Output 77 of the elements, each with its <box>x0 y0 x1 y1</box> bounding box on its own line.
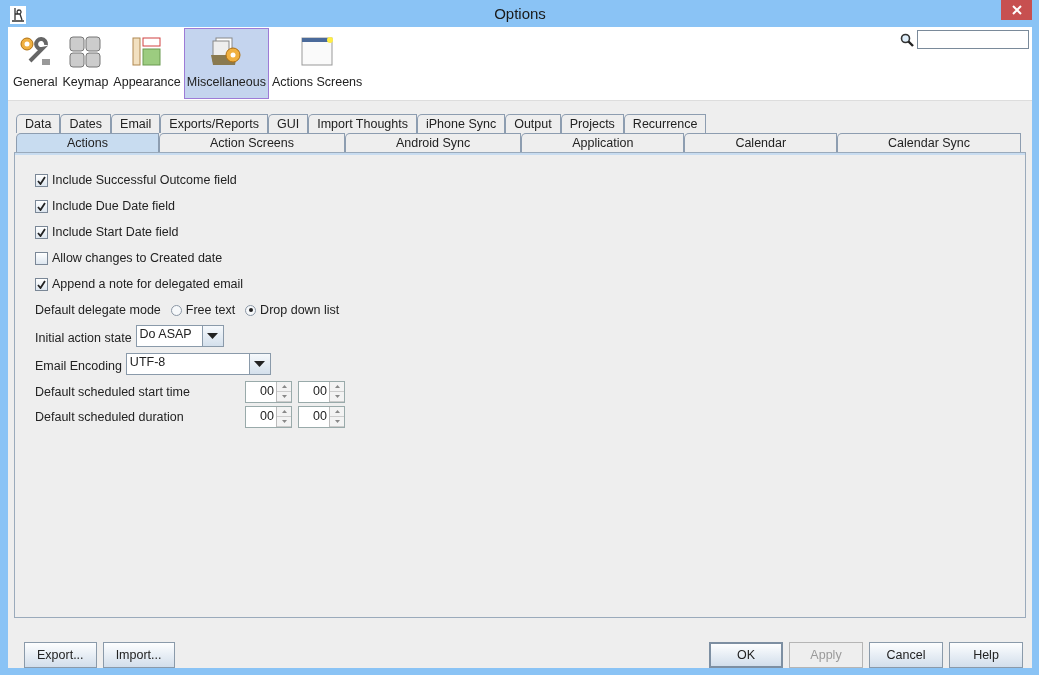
checkbox-square[interactable] <box>35 225 48 239</box>
dialog-button[interactable]: Help <box>949 642 1023 668</box>
tab[interactable]: Data <box>16 114 61 133</box>
checkbox-label[interactable]: Include Successful Outcome field <box>52 173 237 187</box>
spin-up-button[interactable] <box>277 406 291 417</box>
field-label: Initial action state <box>35 331 132 345</box>
tab[interactable]: iPhone Sync <box>417 114 506 133</box>
tab[interactable]: Action Screens <box>158 133 345 152</box>
toolbar-button[interactable]: Appearance <box>111 28 183 99</box>
caret-icon <box>207 333 219 339</box>
tab[interactable]: Application <box>521 133 685 152</box>
keyboard-keys-icon <box>68 35 103 69</box>
tab[interactable]: Android Sync <box>345 133 522 152</box>
search-field[interactable] <box>917 30 1029 49</box>
spin-down-button[interactable] <box>277 391 291 402</box>
toolbar-button[interactable]: Keymap <box>60 28 111 99</box>
tab[interactable]: Projects <box>560 114 624 133</box>
down-arrow-icon <box>281 394 287 398</box>
spinner-field[interactable]: 00 <box>245 380 292 403</box>
radio-button[interactable] <box>170 304 182 316</box>
checkbox-square[interactable] <box>35 251 48 265</box>
tab[interactable]: Actions <box>16 133 159 152</box>
toolbar-button[interactable]: Actions Screens <box>270 28 365 99</box>
spin-up-button[interactable] <box>277 381 291 392</box>
toolbar-button[interactable]: General <box>11 28 60 99</box>
spin-down-button[interactable] <box>330 416 344 427</box>
spinner-field[interactable]: 00 <box>298 405 345 428</box>
radio-label[interactable]: Free text <box>185 303 236 317</box>
search-icon <box>900 33 914 47</box>
up-arrow-icon <box>281 384 287 388</box>
window-icon <box>300 35 335 69</box>
dropdown[interactable]: UTF-8 <box>125 353 271 375</box>
dialog-button[interactable]: Cancel <box>869 642 943 668</box>
tab[interactable]: Recurrence <box>623 114 707 133</box>
down-arrow-icon <box>281 419 287 423</box>
radio-label[interactable]: Drop down list <box>260 303 340 317</box>
down-arrow-icon <box>334 419 340 423</box>
up-arrow-icon <box>334 409 340 413</box>
checkbox-label[interactable]: Include Due Date field <box>52 199 175 213</box>
close-button[interactable] <box>1001 0 1032 20</box>
checkbox-label[interactable]: Allow changes to Created date <box>52 251 223 265</box>
tab[interactable]: Output <box>505 114 561 133</box>
field-label: Default scheduled start time <box>35 384 191 399</box>
field-label: Default scheduled duration <box>35 409 185 424</box>
field-label: Email Encoding <box>35 359 122 373</box>
radio-button[interactable] <box>245 304 257 316</box>
window-title: Options <box>493 5 547 22</box>
dialog-button[interactable]: Import... <box>102 642 175 668</box>
field-label: Default delegate mode <box>35 303 161 317</box>
spinner-field[interactable]: 00 <box>245 405 292 428</box>
spinner-field[interactable]: 00 <box>298 380 345 403</box>
spin-down-button[interactable] <box>330 391 344 402</box>
up-arrow-icon <box>281 409 287 413</box>
checkbox-square[interactable] <box>35 199 48 213</box>
checkbox-label[interactable]: Include Start Date field <box>52 225 179 239</box>
tab[interactable]: Calendar Sync <box>837 133 1022 152</box>
caret-icon <box>254 361 266 367</box>
figure-icon <box>10 6 26 24</box>
checkbox-square[interactable] <box>35 277 48 291</box>
toolbar-button[interactable]: Miscellaneous <box>183 28 269 99</box>
spin-up-button[interactable] <box>330 381 344 392</box>
checkbox-label[interactable]: Append a note for delegated email <box>52 277 244 291</box>
dropdown[interactable]: Do ASAP <box>135 325 224 347</box>
checkbox-square[interactable] <box>35 173 48 187</box>
tab[interactable]: Dates <box>60 114 112 133</box>
tab[interactable]: Email <box>111 114 161 133</box>
tab[interactable]: GUI <box>267 114 309 133</box>
down-arrow-icon <box>334 394 340 398</box>
up-arrow-icon <box>334 384 340 388</box>
spin-down-button[interactable] <box>277 416 291 427</box>
dialog-button[interactable]: OK <box>709 642 783 668</box>
dialog-button[interactable]: Export... <box>24 642 97 668</box>
close-icon <box>1011 5 1022 15</box>
tab[interactable]: Import Thoughts <box>308 114 417 133</box>
spin-up-button[interactable] <box>330 406 344 417</box>
tab[interactable]: Calendar <box>684 133 838 152</box>
tab[interactable]: Exports/Reports <box>160 114 268 133</box>
